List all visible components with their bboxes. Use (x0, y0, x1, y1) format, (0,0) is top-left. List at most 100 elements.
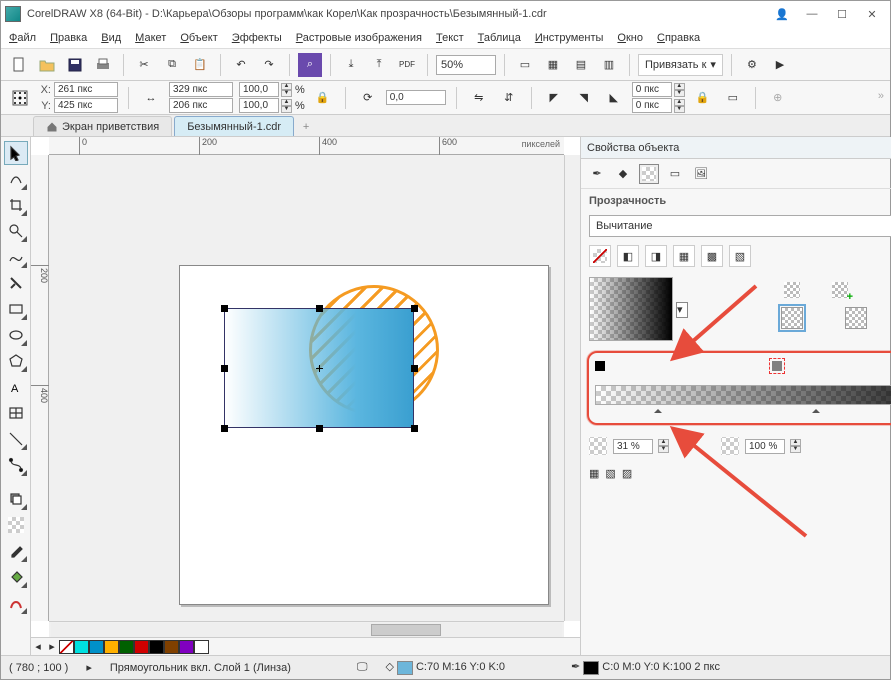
drawing-surface[interactable] (49, 155, 564, 621)
apply-fill-icon[interactable]: ▦ (589, 467, 599, 480)
rectangle-tool[interactable] (4, 297, 28, 321)
preview-dropdown-button[interactable]: ▾ (676, 302, 688, 318)
relative-corner-button[interactable]: ▭ (721, 86, 745, 110)
x-position-input[interactable]: 261 пкс (54, 82, 118, 97)
y-position-input[interactable]: 425 пкс (54, 98, 118, 113)
menu-table[interactable]: Таблица (478, 32, 521, 44)
grid-button[interactable]: ▦ (541, 53, 565, 77)
drop-shadow-tool[interactable] (4, 487, 28, 511)
palette-swatch[interactable] (134, 640, 149, 654)
menu-view[interactable]: Вид (101, 32, 121, 44)
freehand-tool[interactable] (4, 245, 28, 269)
polygon-tool[interactable] (4, 349, 28, 373)
options-button[interactable]: ⚙ (740, 53, 764, 77)
print-button[interactable] (91, 53, 115, 77)
table-tool[interactable] (4, 401, 28, 425)
new-button[interactable] (7, 53, 31, 77)
palette-swatch[interactable] (194, 640, 209, 654)
status-next-icon[interactable]: ▸ (86, 661, 92, 674)
merge-mode-dropdown[interactable]: Вычитание▼ (589, 215, 891, 237)
export-button[interactable]: ⤒ (367, 53, 391, 77)
redo-button[interactable]: ↷ (257, 53, 281, 77)
corner-tl-icon[interactable]: ◤ (542, 86, 566, 110)
eyedropper-tool[interactable] (4, 539, 28, 563)
text-tool[interactable]: A (4, 375, 28, 399)
angle-input[interactable]: 0,0 (386, 90, 446, 105)
gradient-preview[interactable]: ▾ (589, 277, 673, 341)
undo-button[interactable]: ↶ (229, 53, 253, 77)
elliptical-gradient-icon[interactable] (845, 307, 867, 329)
spin-buttons[interactable]: ▲▼ (658, 439, 669, 453)
corner-x-input[interactable]: 0 пкс (632, 82, 672, 97)
node-preset-icon[interactable] (781, 279, 803, 301)
palette-swatch[interactable] (74, 640, 89, 654)
no-color-swatch[interactable] (59, 640, 74, 654)
node-opacity-right[interactable]: 100 % (745, 439, 785, 454)
outline-indicator[interactable]: ✒C:0 M:0 Y:0 K:100 2 пкс (571, 660, 720, 674)
menu-help[interactable]: Справка (657, 32, 700, 44)
spin-buttons[interactable]: ▲▼ (674, 99, 685, 113)
scale-y-input[interactable]: 100,0 (239, 98, 279, 113)
search-button[interactable]: ⌕ (298, 53, 322, 77)
spin-buttons[interactable]: ▲▼ (281, 83, 292, 97)
ellipse-tool[interactable] (4, 323, 28, 347)
bitmap-transparency-icon[interactable]: ▧ (729, 245, 751, 267)
corner-bl-icon[interactable]: ◣ (602, 86, 626, 110)
outline-tab-icon[interactable]: ✒ (587, 164, 607, 184)
fill-tool[interactable] (4, 565, 28, 589)
gradient-node-editor[interactable] (595, 361, 891, 377)
zoom-level[interactable]: 50% (436, 55, 496, 75)
fullscreen-button[interactable]: ▭ (513, 53, 537, 77)
tab-document[interactable]: Безымянный-1.cdr (174, 116, 294, 136)
mirror-h-button[interactable]: ⇋ (467, 86, 491, 110)
horizontal-scrollbar[interactable] (49, 621, 564, 637)
fountain-transparency-icon[interactable]: ◨ (645, 245, 667, 267)
zoom-tool[interactable] (4, 219, 28, 243)
transparency-tool[interactable] (4, 513, 28, 537)
palette-menu[interactable]: ▸ (45, 640, 59, 653)
width-input[interactable]: 329 пкс (169, 82, 233, 97)
cut-button[interactable]: ✂ (132, 53, 156, 77)
vertical-scrollbar[interactable] (564, 155, 580, 621)
close-button[interactable]: ✕ (858, 4, 886, 24)
apply-both-icon[interactable]: ▨ (622, 467, 632, 480)
palette-swatch[interactable] (164, 640, 179, 654)
crop-tool[interactable] (4, 193, 28, 217)
palette-swatch[interactable] (89, 640, 104, 654)
shape-tool[interactable] (4, 167, 28, 191)
menu-text[interactable]: Текст (436, 32, 464, 44)
menu-object[interactable]: Объект (180, 32, 217, 44)
spin-buttons[interactable]: ▲▼ (281, 99, 292, 113)
snap-button[interactable]: ▥ (597, 53, 621, 77)
copy-button[interactable]: ⧉ (160, 53, 184, 77)
paste-button[interactable]: 📋 (188, 53, 212, 77)
snap-dropdown[interactable]: Привязать к ▾ (638, 54, 723, 76)
lock-corners-button[interactable]: 🔒 (691, 86, 715, 110)
node-opacity-left[interactable]: 31 % (613, 439, 653, 454)
pick-tool[interactable] (4, 141, 28, 165)
palette-swatch[interactable] (179, 640, 194, 654)
twocolor-transparency-icon[interactable]: ▩ (701, 245, 723, 267)
scale-x-input[interactable]: 100,0 (239, 82, 279, 97)
new-tab-button[interactable]: + (296, 118, 316, 136)
menu-edit[interactable]: Правка (50, 32, 87, 44)
color-proof-icon[interactable]: 🖵 (357, 661, 368, 674)
none-transparency-icon[interactable] (589, 245, 611, 267)
apply-outline-icon[interactable]: ▧ (605, 467, 615, 480)
height-input[interactable]: 206 пкс (169, 98, 233, 113)
fill-tab-icon[interactable]: ◆ (613, 164, 633, 184)
overflow-button[interactable]: » (878, 90, 884, 102)
add-node-preset-icon[interactable] (829, 279, 851, 301)
menu-window[interactable]: Окно (617, 32, 643, 44)
pattern-transparency-icon[interactable]: ▦ (673, 245, 695, 267)
origin-anchor-icon[interactable] (7, 86, 33, 110)
menu-layout[interactable]: Макет (135, 32, 166, 44)
node-color-icon[interactable] (589, 437, 607, 455)
connector-tool[interactable] (4, 453, 28, 477)
maximize-button[interactable]: ☐ (828, 4, 856, 24)
minimize-button[interactable]: — (798, 4, 826, 24)
frame-tab-icon[interactable]: ▭ (665, 164, 685, 184)
corner-y-input[interactable]: 0 пкс (632, 98, 672, 113)
transparency-tab-icon[interactable] (639, 164, 659, 184)
palette-left[interactable]: ◂ (31, 640, 45, 653)
